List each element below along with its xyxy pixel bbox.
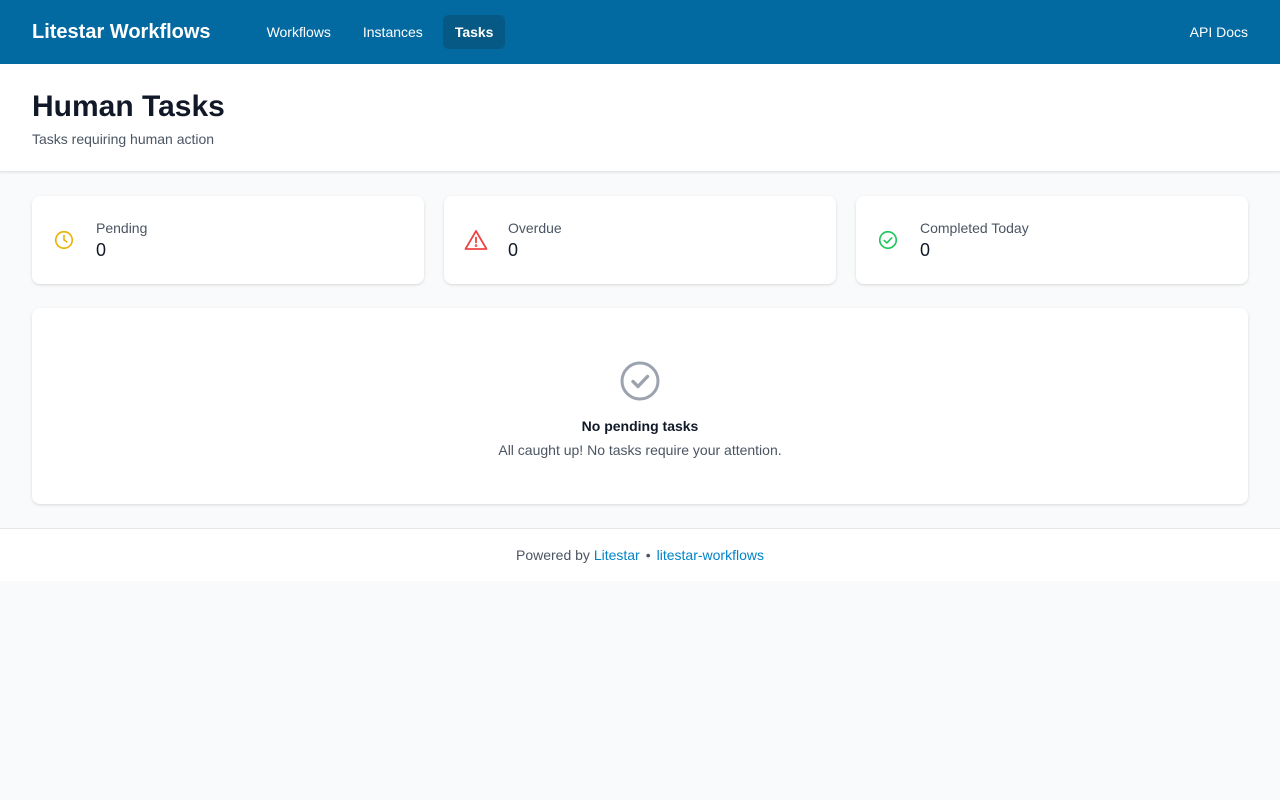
footer-separator: •: [645, 547, 651, 563]
stat-value: 0: [96, 239, 107, 260]
stat-card-completed-today: Completed Today 0: [856, 196, 1248, 284]
empty-state-description: All caught up! No tasks require your att…: [498, 442, 782, 458]
footer: Powered by Litestar • litestar-workflows: [0, 528, 1280, 581]
main-nav: Workflows Instances Tasks: [255, 15, 506, 49]
main-content: Pending 0 Overdue 0 Completed Today 0 No…: [0, 172, 1280, 504]
check-circle-icon: [618, 359, 662, 408]
api-docs-link[interactable]: API Docs: [1190, 24, 1248, 40]
stat-card-pending: Pending 0: [32, 196, 424, 284]
warning-triangle-icon: [464, 228, 488, 252]
stat-label: Completed Today: [920, 219, 1029, 236]
footer-prefix: Powered by: [515, 547, 590, 563]
nav-tasks[interactable]: Tasks: [442, 15, 506, 49]
stat-value: 0: [508, 239, 519, 260]
page-header: Human Tasks Tasks requiring human action: [0, 64, 1280, 172]
empty-state-title: No pending tasks: [581, 418, 699, 434]
clock-icon: [52, 228, 76, 252]
nav-instances[interactable]: Instances: [351, 15, 435, 49]
stats-row: Pending 0 Overdue 0 Completed Today 0: [32, 196, 1248, 284]
empty-state-card: No pending tasks All caught up! No tasks…: [32, 308, 1248, 504]
nav-workflows[interactable]: Workflows: [255, 15, 343, 49]
top-navbar: Litestar Workflows Workflows Instances T…: [0, 0, 1280, 64]
stat-card-overdue: Overdue 0: [444, 196, 836, 284]
check-circle-icon: [876, 228, 900, 252]
page-title: Human Tasks: [32, 90, 225, 123]
stat-label: Pending: [96, 219, 148, 236]
stat-label: Overdue: [508, 219, 562, 236]
footer-litestar-link[interactable]: Litestar: [594, 547, 640, 563]
page-subtitle: Tasks requiring human action: [32, 131, 215, 147]
stat-value: 0: [920, 239, 931, 260]
brand-logo[interactable]: Litestar Workflows: [32, 21, 211, 44]
footer-litestar-workflows-link[interactable]: litestar-workflows: [657, 547, 764, 563]
